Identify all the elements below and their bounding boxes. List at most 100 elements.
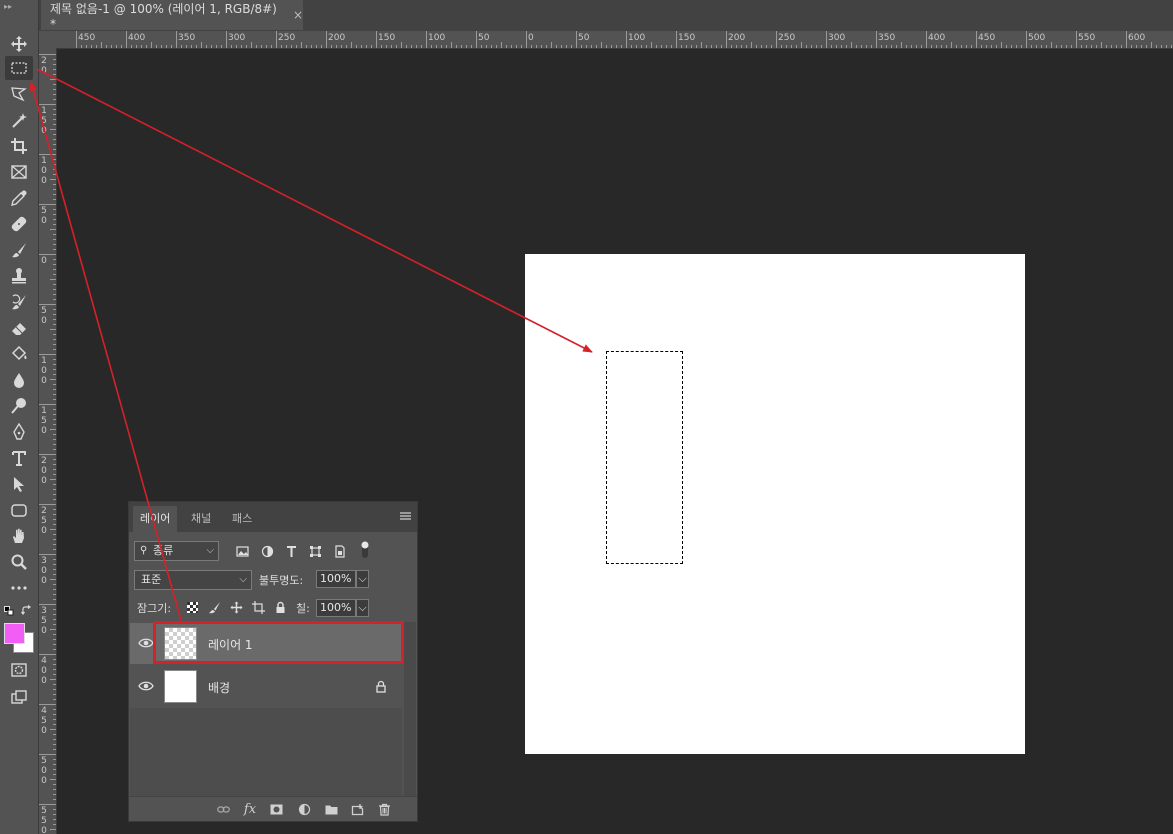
- ruler-minor-tick: [50, 629, 56, 630]
- ruler-label: 300: [828, 33, 846, 43]
- layer-filter-kind[interactable]: 종류 ⌵ ⚲: [134, 541, 219, 561]
- vertical-ruler[interactable]: 2015010050050100150200250300350400450500…: [39, 48, 57, 834]
- ruler-minor-tick: [53, 599, 56, 600]
- opacity-input[interactable]: 100%: [316, 570, 356, 588]
- ruler-minor-tick: [53, 149, 56, 150]
- eyedropper-tool[interactable]: [5, 186, 33, 210]
- clone-stamp-tool[interactable]: [5, 264, 33, 288]
- new-group-icon[interactable]: [323, 801, 339, 817]
- new-layer-icon[interactable]: [349, 801, 365, 817]
- ruler-minor-tick: [53, 224, 56, 225]
- marquee-selection[interactable]: [606, 351, 683, 564]
- layer-row-background[interactable]: 배경: [130, 666, 402, 707]
- fill-dropdown-icon[interactable]: ⌵: [356, 599, 369, 617]
- ruler-minor-tick: [53, 784, 56, 785]
- document-tab[interactable]: 제목 없음-1 @ 100% (레이어 1, RGB/8#) * ×: [41, 0, 303, 31]
- frame-tool[interactable]: [5, 160, 33, 184]
- filter-adjustment-icon[interactable]: [260, 544, 274, 558]
- rectangle-tool[interactable]: [5, 498, 33, 522]
- brush-tool[interactable]: [5, 238, 33, 262]
- tab-layers[interactable]: 레이어: [133, 506, 178, 532]
- screen-mode[interactable]: [5, 685, 33, 709]
- blend-mode-select[interactable]: 표준 ⌵: [134, 570, 252, 590]
- crop-tool[interactable]: [5, 134, 33, 158]
- ruler-minor-tick: [53, 159, 56, 160]
- lock-icon[interactable]: [375, 680, 387, 693]
- fill-input[interactable]: 100%: [316, 599, 356, 617]
- rectangular-marquee-tool[interactable]: [5, 56, 33, 80]
- more-tools[interactable]: [5, 576, 33, 600]
- history-brush-tool[interactable]: [5, 290, 33, 314]
- layers-list-empty-area[interactable]: [130, 708, 402, 796]
- ruler-minor-tick: [1056, 45, 1057, 48]
- default-colors-icon[interactable]: [4, 606, 14, 616]
- ruler-minor-tick: [53, 584, 56, 585]
- filter-pixel-icon[interactable]: [235, 544, 249, 558]
- ruler-major-tick: [226, 31, 227, 48]
- paint-bucket-tool[interactable]: [5, 342, 33, 366]
- tab-paths[interactable]: 패스: [225, 506, 259, 532]
- fx-icon[interactable]: fx: [242, 801, 258, 817]
- adjustment-layer-icon[interactable]: [296, 801, 312, 817]
- dodge-tool[interactable]: [5, 394, 33, 418]
- eye-icon[interactable]: [138, 636, 154, 650]
- type-tool[interactable]: [5, 446, 33, 470]
- ruler-minor-tick: [53, 614, 56, 615]
- ruler-minor-tick: [53, 324, 56, 325]
- close-icon[interactable]: ×: [293, 8, 303, 22]
- ruler-label: 0: [528, 33, 534, 43]
- filter-smart-object-icon[interactable]: [332, 544, 346, 558]
- healing-brush-tool[interactable]: [5, 212, 33, 236]
- filter-shape-icon[interactable]: [308, 544, 322, 558]
- ruler-label: 450: [978, 33, 996, 43]
- layer-thumbnail-white: [164, 670, 197, 703]
- opacity-dropdown-icon[interactable]: ⌵: [356, 570, 369, 588]
- lock-position-icon[interactable]: [229, 600, 243, 614]
- ruler-minor-tick: [53, 684, 56, 685]
- ruler-minor-tick: [53, 189, 56, 190]
- filter-type-icon[interactable]: [284, 544, 298, 558]
- blur-tool[interactable]: [5, 368, 33, 392]
- lock-all-icon[interactable]: [273, 600, 287, 614]
- document-canvas[interactable]: [525, 254, 1025, 754]
- magic-wand-tool[interactable]: [5, 108, 33, 132]
- panel-menu-icon[interactable]: [400, 511, 411, 521]
- ruler-minor-tick: [111, 45, 112, 48]
- eye-icon[interactable]: [138, 679, 154, 693]
- link-layers-icon[interactable]: [215, 801, 231, 817]
- ruler-minor-tick: [50, 529, 56, 530]
- swap-colors-icon[interactable]: [21, 605, 33, 617]
- ruler-minor-tick: [1021, 45, 1022, 48]
- lock-transparent-pixels-icon[interactable]: [185, 600, 199, 614]
- bucket-icon: [11, 345, 27, 361]
- ruler-minor-tick: [53, 714, 56, 715]
- add-mask-icon[interactable]: [268, 801, 284, 817]
- ruler-minor-tick: [53, 409, 56, 410]
- ruler-minor-tick: [511, 45, 512, 48]
- ruler-minor-tick: [53, 199, 56, 200]
- lasso-tool[interactable]: [5, 82, 33, 106]
- zoom-tool[interactable]: [5, 550, 33, 574]
- move-tool[interactable]: [5, 32, 33, 56]
- ruler-minor-tick: [201, 42, 202, 48]
- pen-tool[interactable]: [5, 420, 33, 444]
- tab-channels[interactable]: 채널: [184, 506, 218, 532]
- hand-tool[interactable]: [5, 524, 33, 548]
- lock-artboard-icon[interactable]: [251, 600, 265, 614]
- lock-image-pixels-icon[interactable]: [207, 600, 221, 614]
- filter-toggle-icon[interactable]: [358, 540, 372, 560]
- quick-mask-mode[interactable]: [5, 658, 33, 682]
- trash-icon[interactable]: [376, 801, 392, 817]
- horizontal-ruler[interactable]: 450 400 350 300 250 200 150 100 50 0 50 100 150 200 25…: [56, 31, 1173, 49]
- panel-grip[interactable]: ▸▸: [4, 2, 34, 12]
- ruler-minor-tick: [271, 45, 272, 48]
- path-selection-tool[interactable]: [5, 472, 33, 496]
- ruler-minor-tick: [571, 45, 572, 48]
- ruler-minor-tick: [311, 45, 312, 48]
- layers-scrollbar[interactable]: [404, 622, 416, 796]
- ruler-minor-tick: [53, 789, 56, 790]
- ruler-label: 350: [878, 33, 896, 43]
- layer-name[interactable]: 배경: [208, 679, 230, 696]
- foreground-color-swatch[interactable]: [4, 623, 25, 644]
- eraser-tool[interactable]: [5, 316, 33, 340]
